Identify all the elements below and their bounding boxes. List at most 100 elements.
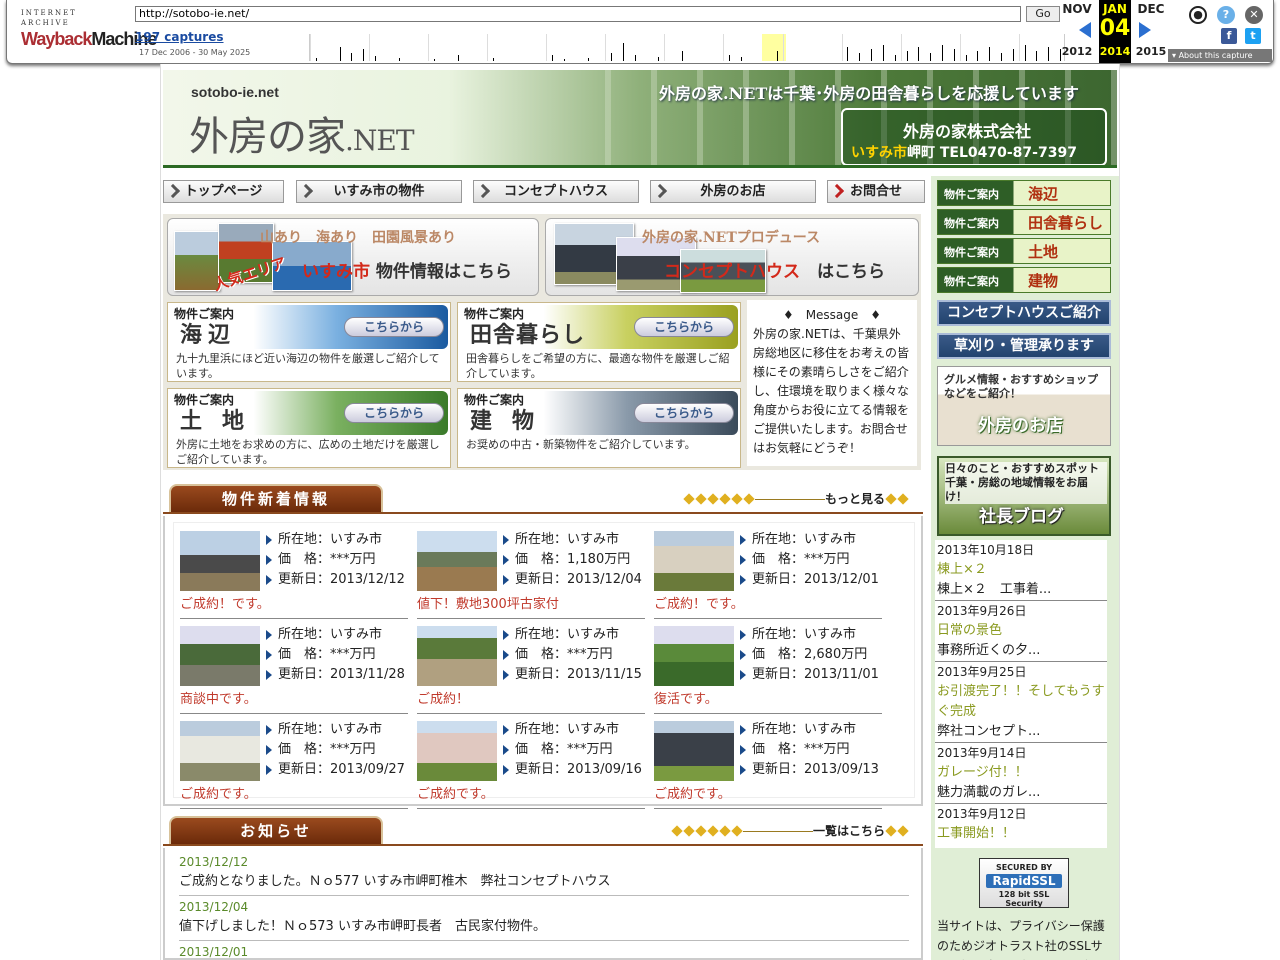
header-tel-rest: 岬町 TEL0470-87-7397	[907, 145, 1077, 161]
wayback-url-input[interactable]: http://sotobo-ie.net/	[135, 6, 1021, 22]
wayback-sparkline[interactable]	[309, 34, 1065, 61]
ssl-seal-top: SECURED BY	[995, 863, 1053, 872]
help-icon[interactable]: ?	[1217, 6, 1235, 24]
sparkline-bar	[777, 51, 778, 61]
category-tatemono-button[interactable]: こちらから	[634, 403, 734, 423]
news-text[interactable]: 値下げしました！Ｎｏ573 いすみ市岬町長者 古民家付物件。	[179, 917, 909, 937]
sparkline-bar	[1013, 49, 1014, 61]
news-date: 2013/12/01	[179, 945, 249, 959]
property-card[interactable]: 所在地：いすみ市 価 格：***万円 更新日：2013/09/16 ご成約です。	[417, 721, 645, 809]
sidebar-umibe[interactable]: 物件ご案内 海辺	[937, 180, 1111, 206]
sparkline-gridline	[842, 34, 843, 61]
sparkline-bar	[611, 53, 612, 61]
news-text[interactable]: ご成約となりました。Ｎｏ577 いすみ市岬町椎木 弊社コンセプトハウス	[179, 872, 909, 892]
arrow-right-icon	[503, 534, 509, 545]
category-tochi-button[interactable]: こちらから	[344, 403, 444, 423]
property-thumb[interactable]	[417, 626, 497, 686]
facebook-icon[interactable]: f	[1221, 28, 1237, 44]
nav-top[interactable]: トップページ	[163, 180, 284, 203]
category-umibe[interactable]: 物件ご案内 海辺 こちらから 九十九里浜にほど近い海辺の物件を厳選しご紹介してい…	[167, 302, 451, 382]
site-logo[interactable]: 外房の家.NET	[189, 104, 415, 162]
property-card[interactable]: 所在地：いすみ市 価 格：***万円 更新日：2013/12/12 ご成約！です…	[180, 531, 408, 619]
sparkline-bar	[966, 55, 967, 61]
property-thumb[interactable]	[417, 721, 497, 781]
sidebar: 物件ご案内 海辺 物件ご案内 田舎暮らし 物件ご案内 土地 物件ご案内 建物 コンセプト…	[931, 176, 1119, 960]
property-thumb[interactable]	[180, 531, 260, 591]
nav-shop[interactable]: 外房のお店	[650, 180, 816, 203]
property-card[interactable]: 所在地：いすみ市 価 格：***万円 更新日：2013/12/01 ご成約！です…	[654, 531, 882, 619]
blog-title[interactable]: ガレージ付！！	[935, 763, 1107, 783]
wayback-captures-link[interactable]: 197 captures	[135, 30, 224, 44]
property-card[interactable]: 所在地：いすみ市 価 格：***万円 更新日：2013/09/13 ご成約です。	[654, 721, 882, 809]
nav-isumi[interactable]: いすみ市の物件	[296, 180, 462, 203]
twitter-icon[interactable]: t	[1245, 28, 1261, 44]
property-card[interactable]: 所在地：いすみ市 価 格：***万円 更新日：2013/11/28 商談中です。	[180, 626, 408, 714]
blog-title[interactable]: 棟上×２	[935, 560, 1107, 580]
category-inaka[interactable]: 物件ご案内 田舎暮らし こちらから 田舎暮らしをご希望の方に、最適な物件を厳選し…	[457, 302, 741, 382]
sidebar-tochi[interactable]: 物件ご案内 土地	[937, 238, 1111, 264]
property-note: ご成約です。	[417, 787, 494, 802]
sidebar-concept-button[interactable]: コンセプトハウスご紹介	[937, 300, 1111, 326]
property-thumb[interactable]	[417, 531, 497, 591]
wayback-go-button[interactable]: Go	[1026, 6, 1060, 22]
news-more-label: 一覧はこちら	[812, 824, 885, 838]
news-item[interactable]: 2013/12/01	[179, 942, 909, 960]
wayback-about-capture[interactable]: ▾ About this capture	[1168, 49, 1272, 62]
wayback-cur-year: 2014	[1099, 45, 1131, 58]
blog-excerpt: ...	[935, 844, 1107, 848]
sidebar-blog-banner[interactable]: 日々のこと・おすすめスポット千葉・房総の地域情報をお届け！ 社長ブログ	[937, 456, 1111, 536]
property-thumb[interactable]	[654, 531, 734, 591]
sidebar-shop-banner[interactable]: グルメ情報・おすすめショップなどをご紹介！ 外房のお店	[937, 366, 1111, 446]
sidebar-mowing-button[interactable]: 草刈り・管理承ります	[937, 333, 1111, 359]
concept-banner[interactable]: 外房の家.NETプロデュース コンセプトハウス はこちら	[545, 218, 919, 296]
news-more-link[interactable]: 一覧はこちら	[666, 822, 913, 838]
wayback-next-month[interactable]: DEC	[1135, 2, 1167, 16]
property-card[interactable]: 所在地：いすみ市 価 格：***万円 更新日：2013/11/15 ご成約！	[417, 626, 645, 714]
next-arrow-icon[interactable]	[1139, 22, 1151, 38]
property-price: 価 格：***万円	[515, 647, 613, 662]
wayback-prev-year[interactable]: 2012	[1061, 45, 1093, 58]
property-thumb[interactable]	[180, 721, 260, 781]
arrow-right-icon	[266, 649, 272, 660]
sparkline-bar	[895, 55, 896, 61]
property-card[interactable]: 所在地：いすみ市 価 格：***万円 更新日：2013/09/27 ご成約です。	[180, 721, 408, 809]
new-props-panel: 所在地：いすみ市 価 格：***万円 更新日：2013/12/12 ご成約！です…	[163, 516, 923, 809]
category-tatemono[interactable]: 物件ご案内 建物 こちらから お奨めの中古・新築物件をご紹介しています。	[457, 388, 741, 468]
category-tochi[interactable]: 物件ご案内 土地 こちらから 外房に土地をお求めの方に、広めの土地だけを厳選しご…	[167, 388, 451, 468]
ssl-seal[interactable]: SECURED BY RapidSSL 128 bit SSL Security	[979, 858, 1069, 908]
wayback-logo[interactable]: INTERNET ARCHIVE WaybackMachine	[21, 8, 157, 52]
property-thumb[interactable]	[654, 721, 734, 781]
property-thumb[interactable]	[654, 626, 734, 686]
new-props-more-link[interactable]: もっと見る	[678, 490, 913, 506]
news-item[interactable]: 2013/12/12 ご成約となりました。Ｎｏ577 いすみ市岬町椎木 弊社コン…	[179, 852, 909, 896]
nav-concept[interactable]: コンセプトハウス	[473, 180, 639, 203]
sparkline-bar	[635, 55, 636, 61]
wayback-prev-month[interactable]: NOV	[1061, 2, 1093, 16]
account-icon[interactable]: ●	[1189, 6, 1207, 24]
sidebar-inaka[interactable]: 物件ご案内 田舎暮らし	[937, 209, 1111, 235]
nav-contact[interactable]: お問合せ	[827, 180, 925, 203]
wayback-next-year[interactable]: 2015	[1135, 45, 1167, 58]
blog-title[interactable]: 日常の景色	[935, 621, 1107, 641]
property-thumb[interactable]	[180, 626, 260, 686]
blog-date: 2013年9月12日	[937, 807, 1027, 821]
blog-title[interactable]: お引渡完了！！そしてもうすぐ完成	[935, 682, 1107, 722]
close-icon[interactable]: ✕	[1245, 6, 1263, 24]
sidebar-tatemono[interactable]: 物件ご案内 建物	[937, 267, 1111, 293]
blog-list: 2013年10月18日 棟上×２ 棟上×２ 工事着... 2013年9月26日 …	[935, 540, 1107, 848]
news-item[interactable]: 2013/12/04 値下げしました！Ｎｏ573 いすみ市岬町長者 古民家付物件…	[179, 897, 909, 941]
property-updated: 更新日：2013/09/16	[515, 762, 642, 777]
blog-excerpt: 弊社コンセプト...	[935, 722, 1107, 743]
property-card[interactable]: 所在地：いすみ市 価 格：2,680万円 更新日：2013/11/01 復活です…	[654, 626, 882, 714]
property-card[interactable]: 所在地：いすみ市 価 格：1,180万円 更新日：2013/12/04 値下！敷…	[417, 531, 645, 619]
blog-title[interactable]: 工事開始！！	[935, 824, 1107, 844]
wayback-cur-day: 04	[1099, 16, 1131, 41]
isumi-banner[interactable]: 山あり 海あり 田園風景あり 人気エリア いすみ市 物件情報はこちら	[167, 218, 539, 296]
blog-excerpt: 棟上×２ 工事着...	[935, 580, 1107, 601]
site-container: sotobo-ie.net 外房の家.NET 外房の家.NETは千葉･外房の田舎…	[160, 64, 1120, 960]
category-umibe-button[interactable]: こちらから	[344, 317, 444, 337]
category-inaka-button[interactable]: こちらから	[634, 317, 734, 337]
sparkline-bar	[363, 49, 364, 61]
header-tel-city: いすみ市	[851, 145, 907, 161]
prev-arrow-icon[interactable]	[1079, 22, 1091, 38]
